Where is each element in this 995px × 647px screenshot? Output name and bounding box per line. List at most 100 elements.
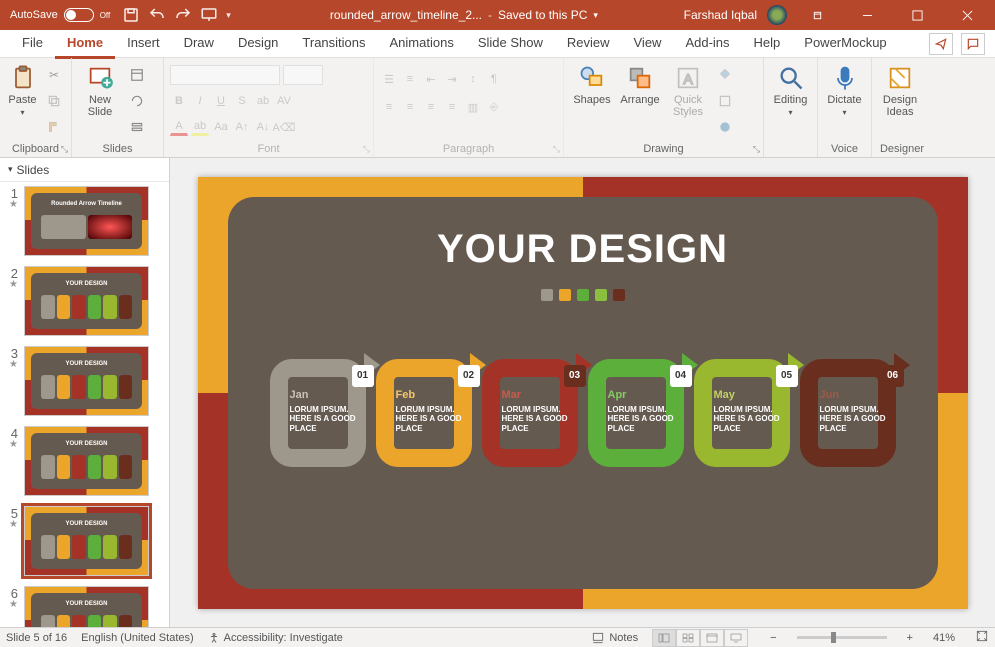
minimize-button[interactable] <box>847 0 887 30</box>
indent-less-button[interactable]: ⇤ <box>422 70 440 88</box>
shadow-button[interactable]: ab <box>254 92 272 110</box>
spacing-button[interactable]: AV <box>275 92 293 110</box>
slide-thumbnail[interactable]: YOUR DESIGN <box>24 506 149 576</box>
timeline-item[interactable]: 06 Jun LORUM IPSUM. HERE IS A GOOD PLACE <box>794 347 906 537</box>
timeline-item[interactable]: 03 Mar LORUM IPSUM. HERE IS A GOOD PLACE <box>476 347 588 537</box>
timeline-item[interactable]: 05 May LORUM IPSUM. HERE IS A GOOD PLACE <box>688 347 800 537</box>
design-ideas-button[interactable]: Design Ideas <box>878 64 922 118</box>
language-status[interactable]: English (United States) <box>81 632 194 644</box>
new-slide-button[interactable]: New Slide <box>78 64 122 118</box>
arrange-button[interactable]: Arrange <box>618 64 662 106</box>
slide-title[interactable]: YOUR DESIGN <box>228 227 938 272</box>
slide-thumbnail[interactable]: YOUR DESIGN <box>24 586 149 627</box>
cut-icon[interactable]: ✂ <box>43 64 65 86</box>
shape-fill-icon[interactable] <box>714 64 736 86</box>
tab-insert[interactable]: Insert <box>115 29 172 59</box>
layout-icon[interactable] <box>126 64 148 86</box>
slide-position[interactable]: Slide 5 of 16 <box>6 632 67 644</box>
redo-icon[interactable] <box>174 6 192 24</box>
tab-review[interactable]: Review <box>555 29 622 59</box>
undo-icon[interactable] <box>148 6 166 24</box>
slide-thumbnail[interactable]: YOUR DESIGN <box>24 346 149 416</box>
thumbnail-row[interactable]: 6★YOUR DESIGN <box>4 586 165 627</box>
thumbnail-row[interactable]: 1★Rounded Arrow Timeline <box>4 186 165 256</box>
format-painter-icon[interactable] <box>43 116 65 138</box>
copy-icon[interactable] <box>43 90 65 112</box>
slide-canvas[interactable]: YOUR DESIGN 01 Jan LORUM IPSUM. HERE IS … <box>198 177 968 609</box>
paste-button[interactable]: Paste ▾ <box>6 64 39 117</box>
autosave-toggle[interactable] <box>64 8 94 22</box>
text-direction-button[interactable]: ¶ <box>485 70 503 88</box>
slide-thumbnail[interactable]: YOUR DESIGN <box>24 266 149 336</box>
shrink-font-button[interactable]: A↓ <box>254 118 272 136</box>
user-avatar[interactable] <box>767 5 787 25</box>
share-button[interactable] <box>929 33 953 55</box>
maximize-button[interactable] <box>897 0 937 30</box>
grow-font-button[interactable]: A↑ <box>233 118 251 136</box>
slideshow-view-button[interactable] <box>724 629 748 647</box>
highlight-button[interactable]: ab <box>191 118 209 136</box>
number-list-button[interactable]: ≡ <box>401 70 419 88</box>
tab-home[interactable]: Home <box>55 29 115 59</box>
dialog-launcher-icon[interactable]: ⤡ <box>363 144 370 155</box>
tab-slide-show[interactable]: Slide Show <box>466 29 555 59</box>
fit-to-window-button[interactable] <box>975 629 989 646</box>
sorter-view-button[interactable] <box>676 629 700 647</box>
slide-thumbnail[interactable]: Rounded Arrow Timeline <box>24 186 149 256</box>
save-icon[interactable] <box>122 6 140 24</box>
notes-button[interactable]: Notes <box>591 631 638 645</box>
columns-button[interactable]: ▥ <box>464 98 482 116</box>
dialog-launcher-icon[interactable]: ⤡ <box>61 144 68 155</box>
timeline-item[interactable]: 04 Apr LORUM IPSUM. HERE IS A GOOD PLACE <box>582 347 694 537</box>
autosave-control[interactable]: AutoSave Off <box>10 8 110 22</box>
ribbon-display-icon[interactable] <box>797 0 837 30</box>
slide-editor[interactable]: YOUR DESIGN 01 Jan LORUM IPSUM. HERE IS … <box>170 158 995 627</box>
zoom-slider[interactable] <box>797 636 887 639</box>
align-right-button[interactable]: ≡ <box>422 98 440 116</box>
thumbnail-row[interactable]: 4★YOUR DESIGN <box>4 426 165 496</box>
thumbnail-row[interactable]: 3★YOUR DESIGN <box>4 346 165 416</box>
reset-icon[interactable] <box>126 90 148 112</box>
align-center-button[interactable]: ≡ <box>401 98 419 116</box>
bullet-list-button[interactable]: ☰ <box>380 70 398 88</box>
zoom-level[interactable]: 41% <box>933 632 955 644</box>
font-color-button[interactable]: A <box>170 118 188 136</box>
quick-styles-button[interactable]: A Quick Styles <box>666 64 710 118</box>
underline-button[interactable]: U <box>212 92 230 110</box>
align-left-button[interactable]: ≡ <box>380 98 398 116</box>
dialog-launcher-icon[interactable]: ⤡ <box>553 144 560 155</box>
tab-design[interactable]: Design <box>226 29 290 59</box>
slide-thumbnail[interactable]: YOUR DESIGN <box>24 426 149 496</box>
tab-help[interactable]: Help <box>742 29 793 59</box>
tab-animations[interactable]: Animations <box>378 29 466 59</box>
clear-format-button[interactable]: A⌫ <box>275 118 293 136</box>
bold-button[interactable]: B <box>170 92 188 110</box>
reading-view-button[interactable] <box>700 629 724 647</box>
tab-view[interactable]: View <box>622 29 674 59</box>
smartart-button[interactable]: ⎆ <box>485 98 503 116</box>
present-icon[interactable] <box>200 6 218 24</box>
editing-button[interactable]: Editing ▾ <box>770 64 811 117</box>
accessibility-status[interactable]: Accessibility: Investigate <box>208 632 343 644</box>
slide-panel-header[interactable]: ▾ Slides <box>0 158 169 182</box>
strike-button[interactable]: S <box>233 92 251 110</box>
zoom-in-button[interactable]: + <box>907 632 913 644</box>
chevron-down-icon[interactable]: ▾ <box>593 10 598 21</box>
thumbnail-row[interactable]: 2★YOUR DESIGN <box>4 266 165 336</box>
comments-button[interactable] <box>961 33 985 55</box>
shape-outline-icon[interactable] <box>714 90 736 112</box>
tab-file[interactable]: File <box>10 29 55 59</box>
chevron-down-icon[interactable]: ▾ <box>226 6 244 24</box>
close-button[interactable] <box>947 0 987 30</box>
thumbnail-row[interactable]: 5★YOUR DESIGN <box>4 506 165 576</box>
dialog-launcher-icon[interactable]: ⤡ <box>753 144 760 155</box>
section-icon[interactable] <box>126 116 148 138</box>
zoom-out-button[interactable]: − <box>770 632 776 644</box>
thumbnails-list[interactable]: 1★Rounded Arrow Timeline 2★YOUR DESIGN 3★Y… <box>0 182 169 627</box>
italic-button[interactable]: I <box>191 92 209 110</box>
justify-button[interactable]: ≡ <box>443 98 461 116</box>
indent-more-button[interactable]: ⇥ <box>443 70 461 88</box>
tab-add-ins[interactable]: Add-ins <box>673 29 741 59</box>
line-spacing-button[interactable]: ↕ <box>464 70 482 88</box>
vertical-scrollbar[interactable] <box>981 158 995 627</box>
